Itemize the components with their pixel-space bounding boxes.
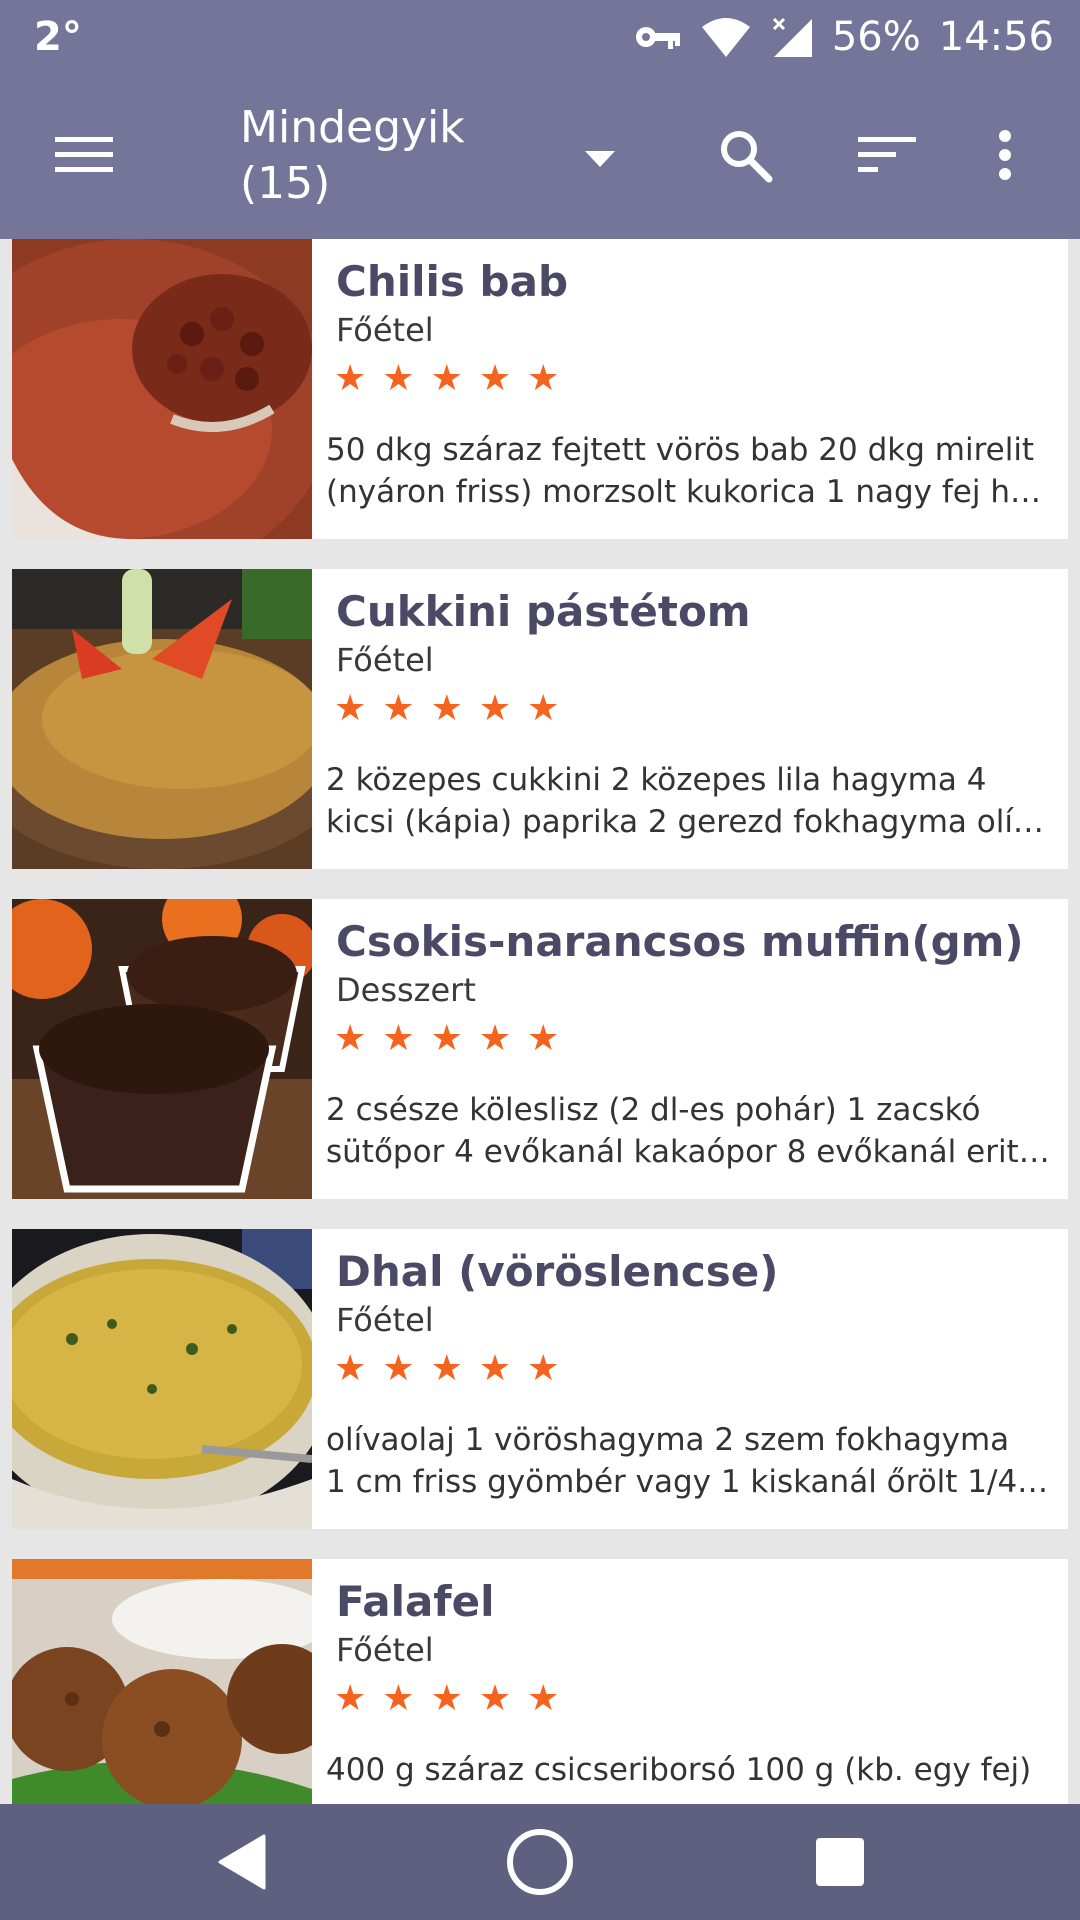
- recipe-thumbnail-chili: [12, 239, 312, 539]
- back-button[interactable]: [196, 1822, 286, 1902]
- recents-button[interactable]: [795, 1822, 885, 1902]
- recipe-title: Chilis bab: [336, 257, 569, 306]
- recipe-description: 400 g száraz csicseriborsó 100 g (kb. eg…: [326, 1749, 1062, 1791]
- recipe-category: Desszert: [336, 971, 476, 1009]
- star-icon: ★: [334, 1348, 367, 1389]
- sort-icon: [858, 137, 916, 172]
- star-icon: ★: [478, 1348, 512, 1389]
- more-vert-icon: [999, 130, 1011, 180]
- recipe-thumbnail-zucchini-pate: [12, 569, 312, 869]
- recipe-card[interactable]: Chilis bab Főétel ★ ★ ★ ★ ★ 50 dkg szára…: [12, 239, 1068, 539]
- recipe-thumbnail-muffin: [12, 899, 312, 1199]
- star-icon: ★: [334, 1018, 367, 1059]
- star-icon: ★: [430, 1018, 463, 1059]
- filter-title-label: Mindegyik: [240, 102, 465, 153]
- recipe-description-line: kicsi (kápia) paprika 2 gerezd fokhagyma…: [326, 804, 1044, 840]
- recents-square-icon: [816, 1838, 864, 1886]
- star-icon: ★: [382, 1348, 415, 1389]
- recipe-description-line: 400 g száraz csicseriborsó 100 g (kb. eg…: [326, 1752, 1032, 1788]
- star-icon: ★: [478, 688, 512, 729]
- dropdown-arrow-icon: [585, 151, 615, 167]
- home-button[interactable]: [495, 1822, 585, 1902]
- status-bar: 2° 56% 14:56: [0, 0, 1080, 74]
- recipe-title: Falafel: [336, 1577, 495, 1626]
- wifi-icon: [701, 18, 750, 57]
- recipe-description-line: 2 közepes cukkini 2 közepes lila hagyma …: [326, 762, 987, 798]
- recipe-category: Főétel: [336, 641, 434, 679]
- filter-title-count: (15): [240, 158, 331, 209]
- app-bar: Mindegyik (15): [0, 74, 1080, 239]
- hamburger-menu-icon: [55, 137, 113, 172]
- temperature-indicator: 2°: [34, 14, 82, 60]
- back-triangle-icon: [218, 1834, 266, 1890]
- rating-stars: ★ ★ ★ ★ ★: [334, 1347, 559, 1391]
- recipe-description: 2 közepes cukkini 2 közepes lila hagyma …: [326, 759, 1062, 843]
- signal-icon: [772, 17, 812, 57]
- sort-button[interactable]: [852, 120, 922, 190]
- recipe-category: Főétel: [336, 311, 434, 349]
- recipe-description-line: 1 cm friss gyömbér vagy 1 kiskanál őrölt…: [326, 1464, 1049, 1500]
- recipe-category: Főétel: [336, 1301, 434, 1339]
- star-icon: ★: [527, 1018, 560, 1059]
- star-icon: ★: [382, 688, 415, 729]
- star-icon: ★: [478, 1018, 512, 1059]
- star-icon: ★: [430, 1348, 463, 1389]
- recipe-title: Csokis-narancsos muffin(gm): [336, 917, 1024, 966]
- recipe-description: olívaolaj 1 vöröshagyma 2 szem fokhagyma…: [326, 1419, 1062, 1503]
- recipe-thumbnail-dhal: [12, 1229, 312, 1529]
- star-icon: ★: [382, 1678, 415, 1719]
- recipe-card[interactable]: Falafel Főétel ★ ★ ★ ★ ★ 400 g száraz cs…: [12, 1559, 1068, 1804]
- filter-dropdown-button[interactable]: [570, 134, 630, 184]
- search-icon: [721, 131, 773, 183]
- recipe-thumbnail-falafel: [12, 1559, 312, 1804]
- home-circle-icon: [507, 1829, 573, 1895]
- star-icon: ★: [334, 688, 367, 729]
- star-icon: ★: [527, 358, 560, 399]
- system-navigation-bar: [0, 1804, 1080, 1920]
- star-icon: ★: [430, 1678, 463, 1719]
- recipe-description-line: (nyáron friss) morzsolt kukorica 1 nagy …: [326, 474, 1041, 510]
- star-icon: ★: [382, 358, 415, 399]
- recipe-title: Cukkini pástétom: [336, 587, 751, 636]
- vpn-key-icon: [635, 27, 680, 49]
- star-icon: ★: [334, 1678, 367, 1719]
- menu-button[interactable]: [44, 120, 124, 190]
- recipe-description-line: sütőpor 4 evőkanál kakaópor 8 evőkanál e…: [326, 1134, 1050, 1170]
- battery-percent: 56%: [831, 14, 921, 60]
- more-options-button[interactable]: [980, 120, 1030, 190]
- recipe-category: Főétel: [336, 1631, 434, 1669]
- star-icon: ★: [478, 1678, 512, 1719]
- recipe-title: Dhal (vöröslencse): [336, 1247, 779, 1296]
- recipe-description: 50 dkg száraz fejtett vörös bab 20 dkg m…: [326, 429, 1062, 513]
- clock: 14:56: [938, 14, 1054, 60]
- star-icon: ★: [527, 1678, 560, 1719]
- recipe-description: 2 csésze köleslisz (2 dl-es pohár) 1 zac…: [326, 1089, 1062, 1173]
- rating-stars: ★ ★ ★ ★ ★: [334, 1017, 559, 1061]
- star-icon: ★: [527, 1348, 560, 1389]
- recipe-description-line: 2 csésze köleslisz (2 dl-es pohár) 1 zac…: [326, 1092, 981, 1128]
- star-icon: ★: [527, 688, 560, 729]
- search-button[interactable]: [710, 120, 780, 190]
- recipe-card[interactable]: Csokis-narancsos muffin(gm) Desszert ★ ★…: [12, 899, 1068, 1199]
- rating-stars: ★ ★ ★ ★ ★: [334, 357, 559, 401]
- recipe-description-line: 50 dkg száraz fejtett vörös bab 20 dkg m…: [326, 432, 1035, 468]
- filter-title[interactable]: Mindegyik (15): [240, 100, 620, 212]
- recipe-list[interactable]: Chilis bab Főétel ★ ★ ★ ★ ★ 50 dkg szára…: [0, 239, 1080, 1804]
- star-icon: ★: [430, 688, 463, 729]
- rating-stars: ★ ★ ★ ★ ★: [334, 687, 559, 731]
- star-icon: ★: [430, 358, 463, 399]
- recipe-card[interactable]: Cukkini pástétom Főétel ★ ★ ★ ★ ★ 2 köze…: [12, 569, 1068, 869]
- status-icons: 56% 14:56: [634, 12, 1054, 62]
- star-icon: ★: [478, 358, 512, 399]
- star-icon: ★: [382, 1018, 415, 1059]
- recipe-card[interactable]: Dhal (vöröslencse) Főétel ★ ★ ★ ★ ★ olív…: [12, 1229, 1068, 1529]
- star-icon: ★: [334, 358, 367, 399]
- rating-stars: ★ ★ ★ ★ ★: [334, 1677, 559, 1721]
- recipe-description-line: olívaolaj 1 vöröshagyma 2 szem fokhagyma: [326, 1422, 1010, 1458]
